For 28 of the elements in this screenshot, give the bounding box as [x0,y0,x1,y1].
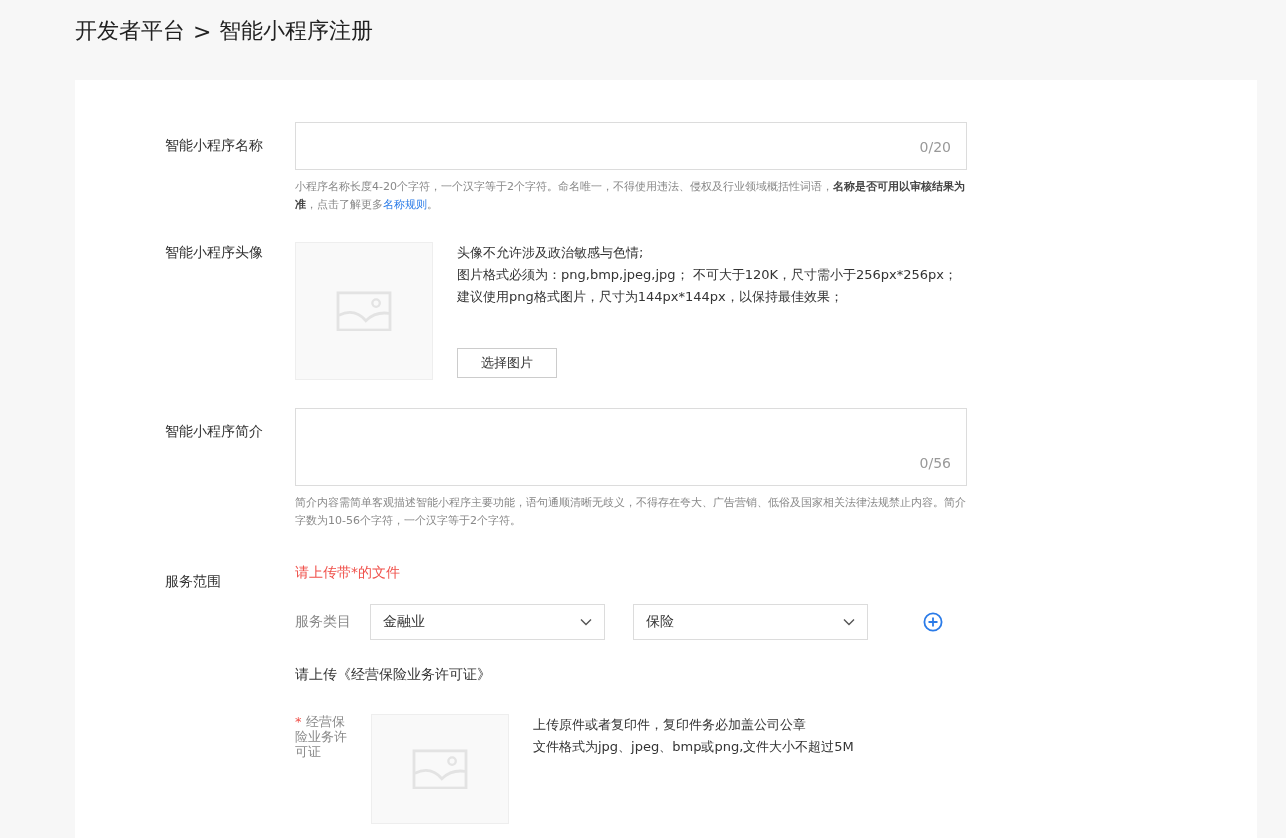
add-icon[interactable] [923,612,943,632]
license-label: * 经营保险业务许可证 [295,714,348,761]
character-counter: 0/20 [919,139,951,155]
upload-note: 上传原件或者复印件，复印件务必加盖公司公章 [533,716,806,734]
name-rules-link[interactable]: 名称规则 [383,198,427,211]
warning-text: 请上传带*的文件 [295,563,401,582]
breadcrumb-link[interactable]: 开发者平台 [75,16,185,46]
license-upload-area[interactable] [371,714,509,824]
chevron-down-icon [580,618,592,626]
field-hint: 小程序名称长度4-20个字符，一个汉字等于2个字符。命名唯一，不得使用违法、侵权及行业领域概括性词语，名称是否可用以审核结果为准，点击了解更多名称规则。 [295,179,966,213]
field-label: 智能小程序简介 [165,422,264,441]
breadcrumb-separator: > [193,18,212,44]
chevron-down-icon [843,618,855,626]
field-label: 服务范围 [165,572,222,591]
character-counter: 0/56 [919,455,951,471]
upload-note: 文件格式为jpg、jpeg、bmp或png,文件大小不超过5M [533,738,854,756]
category-label: 服务类目 [295,613,352,631]
upload-note: 头像不允许涉及政治敏感与色情; [457,244,644,262]
field-hint: 简介内容需简单客观描述智能小程序主要功能，语句通顺清晰无歧义，不得存在夸大、广告营销、低俗及国家相关法律法规禁止内容。简介字数为10-56个字符，一个汉字等于2个字符。 [295,495,967,529]
category-select[interactable]: 金融业 [370,604,605,640]
upload-title: 请上传《经营保险业务许可证》 [295,666,492,684]
page-title: 智能小程序注册 [219,17,374,45]
avatar-upload-area[interactable] [295,242,433,380]
choose-image-button[interactable]: 选择图片 [457,348,557,378]
field-label: 智能小程序名称 [165,136,264,155]
category-select[interactable]: 保险 [633,604,868,640]
field-label: 智能小程序头像 [165,243,264,262]
upload-note: 图片格式必须为：png,bmp,jpeg,jpg； 不可大于120K，尺寸需小于256px*256px；建议使用png格式图片，尺寸为144px*144px，以保持最佳效果； [457,266,959,306]
